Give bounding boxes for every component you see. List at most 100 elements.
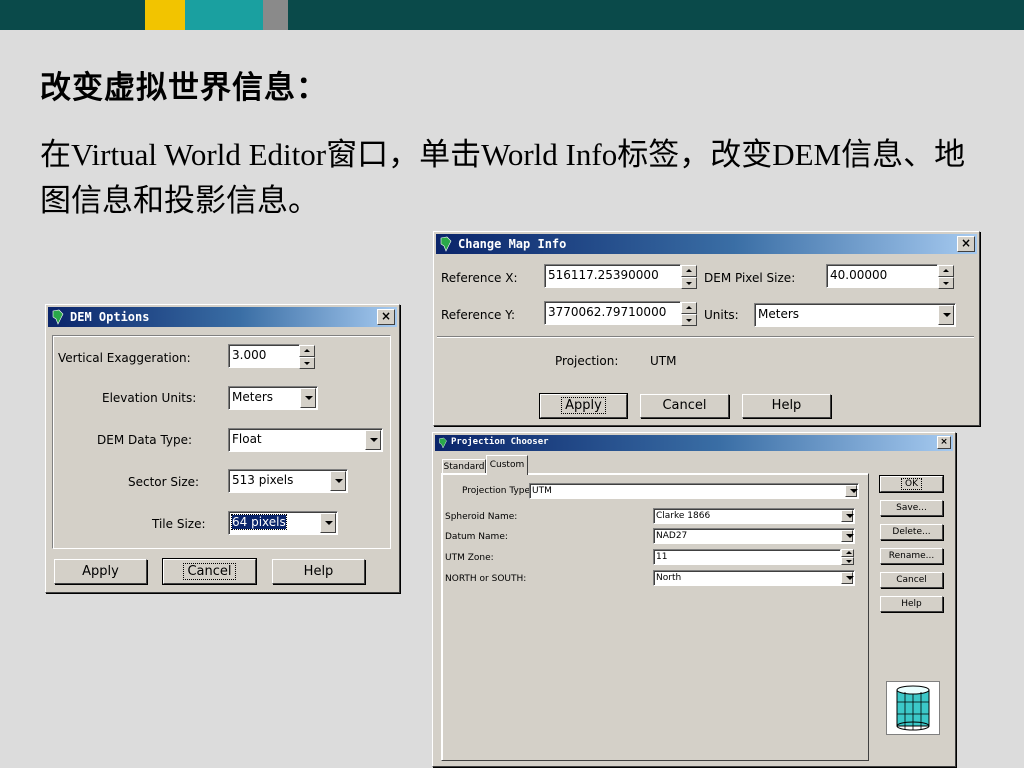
spin-down-arrow-icon[interactable]	[938, 277, 954, 289]
reference-x-input[interactable]: 516117.25390000	[544, 264, 681, 288]
dem-data-type-select[interactable]: Float	[228, 428, 383, 452]
tab-standard[interactable]: Standard	[442, 459, 486, 474]
projection-chooser-title-bar[interactable]: Projection Chooser ×	[435, 435, 953, 451]
projection-delete-button[interactable]: Delete...	[880, 524, 943, 540]
projection-save-button[interactable]: Save...	[880, 500, 943, 516]
change-map-info-title: Change Map Info	[458, 237, 567, 251]
spin-up-arrow-icon[interactable]	[299, 345, 315, 357]
projection-ok-label: OK	[901, 478, 922, 490]
chevron-down-icon[interactable]	[300, 388, 316, 408]
datum-name-value: NAD27	[656, 531, 688, 541]
projection-type-label: Projection Type :	[462, 486, 536, 496]
change-map-info-title-bar[interactable]: Change Map Info ×	[436, 234, 977, 254]
spin-down-arrow-icon[interactable]	[299, 357, 315, 369]
top-bar-block-dark	[0, 0, 145, 30]
chevron-down-icon[interactable]	[320, 513, 336, 533]
dem-options-title: DEM Options	[70, 310, 150, 324]
projection-type-select[interactable]: UTM	[529, 483, 859, 499]
tab-custom[interactable]: Custom	[486, 455, 528, 475]
map-cancel-button[interactable]: Cancel	[640, 394, 729, 418]
utm-zone-spinner[interactable]	[841, 549, 854, 565]
elevation-units-value: Meters	[232, 390, 274, 404]
units-select[interactable]: Meters	[754, 303, 956, 327]
projection-type-value: UTM	[532, 486, 552, 496]
projection-help-label: Help	[901, 599, 922, 609]
change-map-info-dialog: Change Map Info × Reference X: 516117.25…	[433, 231, 980, 426]
dem-pixel-size-spinner[interactable]	[938, 265, 954, 289]
sector-size-label: Sector Size:	[128, 475, 200, 489]
datum-name-label: Datum Name:	[445, 532, 508, 542]
map-apply-label: Apply	[561, 397, 606, 414]
reference-y-spinner[interactable]	[681, 302, 697, 326]
datum-name-select[interactable]: NAD27	[653, 528, 855, 544]
top-bar-block-teal	[185, 0, 263, 30]
spin-down-arrow-icon[interactable]	[681, 314, 697, 326]
vertical-exaggeration-label: Vertical Exaggeration:	[58, 351, 191, 365]
chevron-down-icon[interactable]	[841, 510, 854, 522]
projection-value: UTM	[650, 354, 677, 368]
dem-data-type-value: Float	[232, 432, 262, 446]
spin-up-arrow-icon[interactable]	[681, 302, 697, 314]
cylinder-projection-icon	[886, 681, 940, 735]
reference-y-input[interactable]: 3770062.79710000	[544, 301, 681, 325]
projection-rename-button[interactable]: Rename...	[880, 548, 943, 564]
projection-cancel-button[interactable]: Cancel	[880, 572, 943, 588]
reference-x-spinner[interactable]	[681, 265, 697, 289]
chevron-down-icon[interactable]	[845, 485, 858, 497]
change-map-info-close-button[interactable]: ×	[957, 236, 975, 252]
projection-help-button[interactable]: Help	[880, 596, 943, 612]
chevron-down-icon[interactable]	[365, 430, 381, 450]
projection-rename-label: Rename...	[888, 551, 935, 561]
projection-cancel-label: Cancel	[896, 575, 927, 585]
chevron-down-icon[interactable]	[841, 530, 854, 542]
projection-label: Projection:	[555, 354, 619, 368]
slide-body: 在Virtual World Editor窗口，单击World Info标签，改…	[40, 137, 966, 218]
sector-size-value: 513 pixels	[232, 473, 294, 487]
dem-apply-button[interactable]: Apply	[54, 559, 147, 584]
dem-help-button[interactable]: Help	[272, 559, 365, 584]
tile-size-select[interactable]: 64 pixels	[228, 511, 338, 535]
spheroid-name-label: Spheroid Name:	[445, 512, 518, 522]
top-bar-block-gray	[263, 0, 288, 30]
vertical-exaggeration-input[interactable]: 3.000	[228, 344, 300, 368]
dem-cancel-button[interactable]: Cancel	[162, 558, 257, 585]
reference-x-label: Reference X:	[441, 271, 518, 285]
spin-up-arrow-icon[interactable]	[681, 265, 697, 277]
top-bar-block-yellow	[145, 0, 185, 30]
map-help-label: Help	[771, 398, 802, 413]
dem-apply-label: Apply	[82, 564, 119, 579]
utm-zone-label: UTM Zone:	[445, 553, 494, 563]
map-cancel-label: Cancel	[662, 398, 707, 413]
spin-down-arrow-icon[interactable]	[681, 277, 697, 289]
projection-ok-button[interactable]: OK	[879, 475, 944, 493]
map-help-button[interactable]: Help	[742, 394, 831, 418]
projection-chooser-close-button[interactable]: ×	[937, 436, 951, 449]
chevron-down-icon[interactable]	[330, 471, 346, 491]
spin-up-arrow-icon[interactable]	[938, 265, 954, 277]
projection-chooser-dialog: Projection Chooser × Standard Custom Pro…	[432, 432, 956, 767]
divider	[437, 336, 974, 338]
units-label: Units:	[704, 308, 739, 322]
dem-options-close-button[interactable]: ×	[377, 309, 395, 325]
dem-pixel-size-input[interactable]: 40.00000	[826, 264, 938, 288]
vertical-exaggeration-spinner[interactable]	[299, 345, 315, 369]
projection-save-label: Save...	[896, 503, 927, 513]
chevron-down-icon[interactable]	[841, 572, 854, 584]
north-or-south-select[interactable]: North	[653, 570, 855, 586]
dem-data-type-label: DEM Data Type:	[97, 433, 193, 447]
spin-up-arrow-icon[interactable]	[841, 549, 854, 557]
globe-app-icon	[439, 437, 447, 449]
spin-down-arrow-icon[interactable]	[841, 557, 854, 565]
spheroid-name-select[interactable]: Clarke 1866	[653, 508, 855, 524]
dem-options-dialog: DEM Options × Vertical Exaggeration: 3.0…	[45, 304, 400, 593]
dem-options-title-bar[interactable]: DEM Options ×	[48, 307, 397, 327]
elevation-units-select[interactable]: Meters	[228, 386, 318, 410]
slide-top-bar	[0, 0, 1024, 30]
map-apply-button[interactable]: Apply	[539, 393, 628, 419]
north-or-south-label: NORTH or SOUTH:	[445, 574, 527, 584]
sector-size-select[interactable]: 513 pixels	[228, 469, 348, 493]
north-or-south-value: North	[656, 573, 682, 583]
utm-zone-input[interactable]: 11	[653, 549, 841, 565]
dem-pixel-size-label: DEM Pixel Size:	[704, 271, 796, 285]
chevron-down-icon[interactable]	[938, 305, 954, 325]
